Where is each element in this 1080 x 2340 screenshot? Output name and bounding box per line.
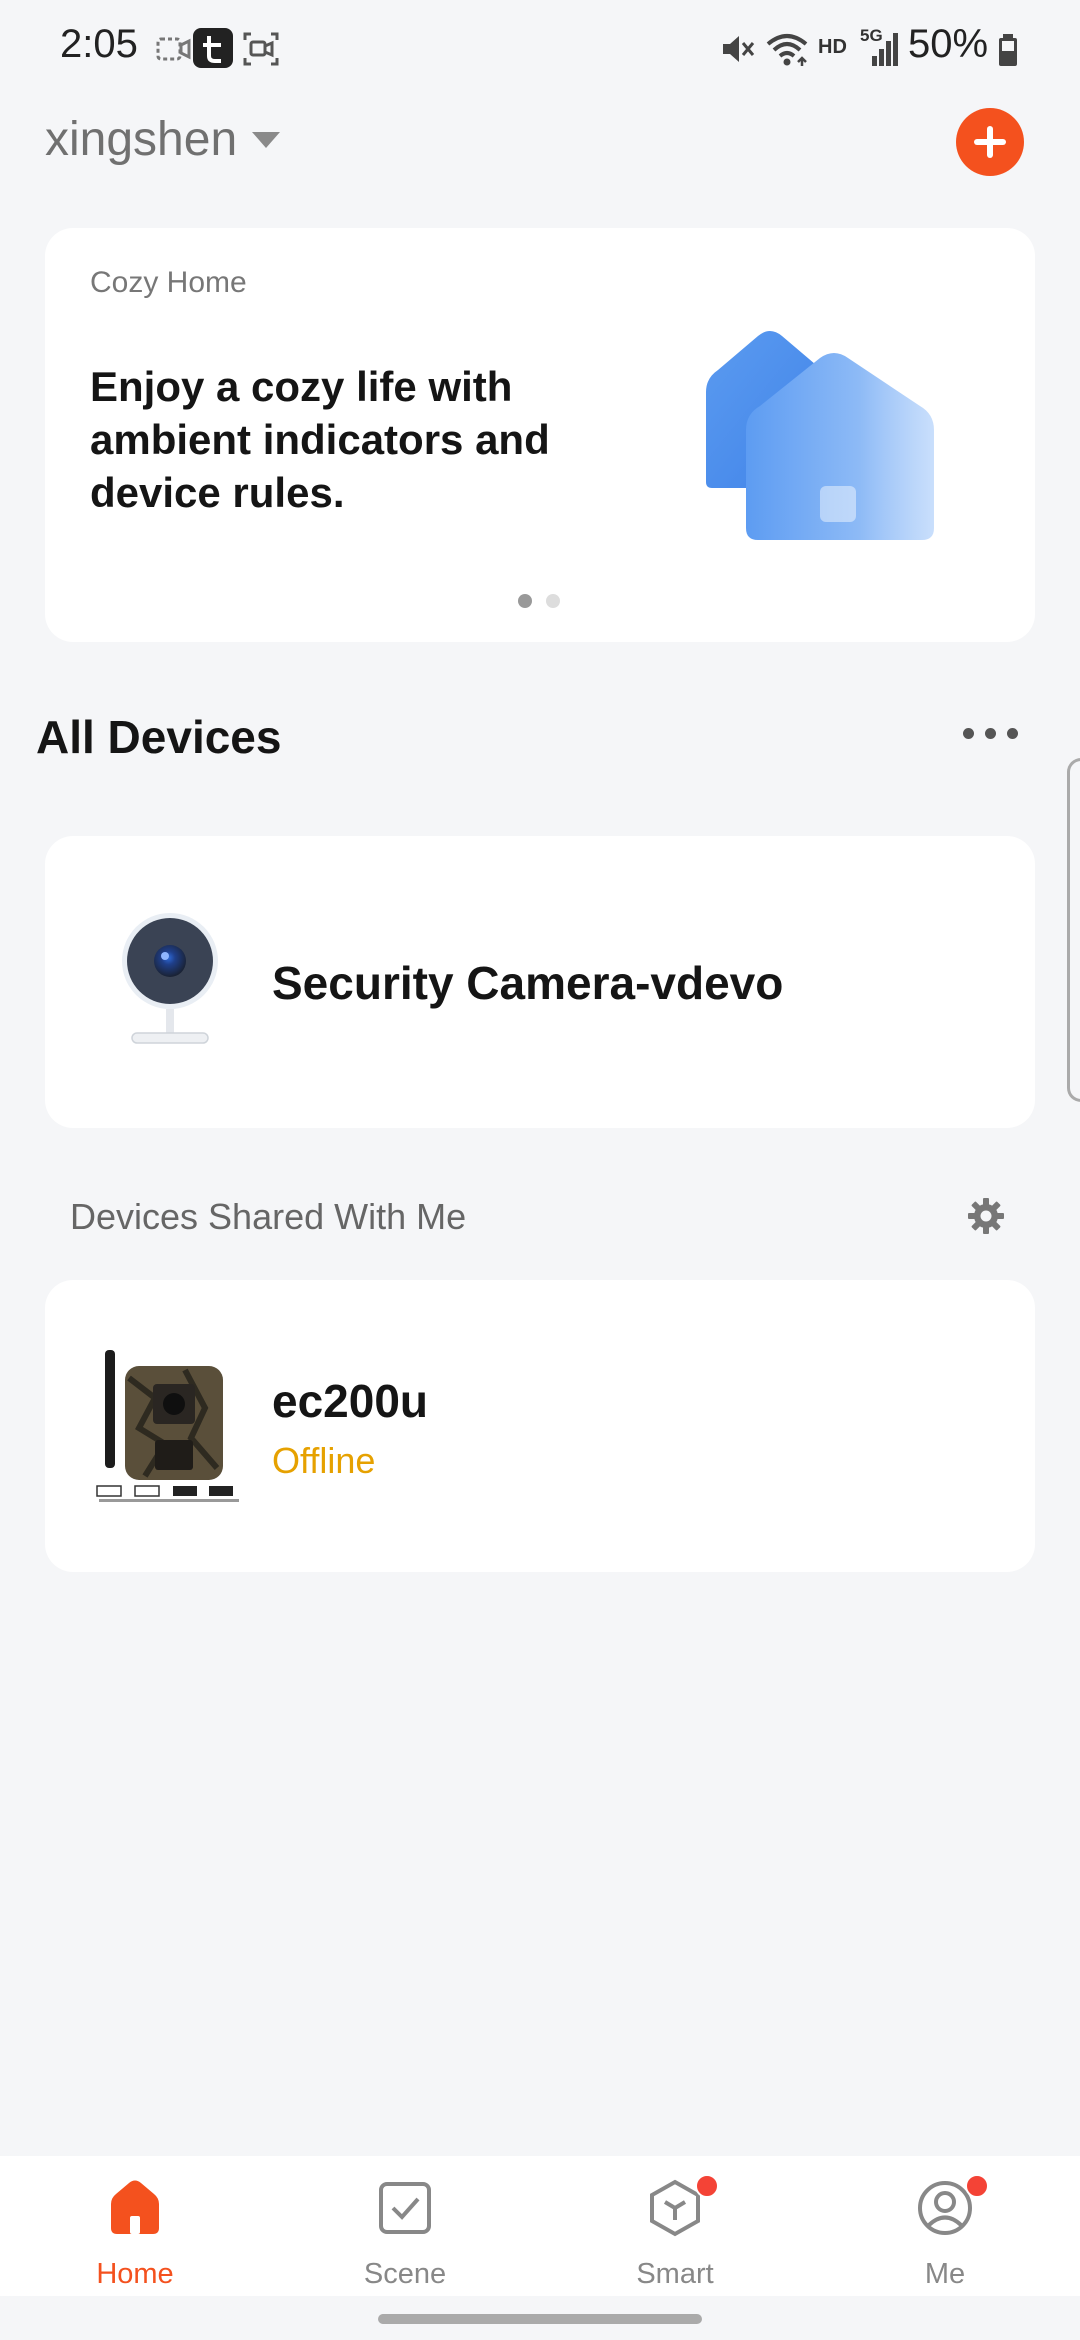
- banner-eyebrow: Cozy Home: [90, 266, 247, 299]
- scene-icon: [379, 2182, 431, 2234]
- wifi-icon: [766, 34, 808, 66]
- device-status-badge: Offline: [272, 1440, 376, 1481]
- home-indicator[interactable]: [378, 2314, 702, 2324]
- trail-camera-icon: [96, 1350, 239, 1502]
- banner-page-dot: [546, 594, 560, 608]
- signal-icon: [872, 33, 898, 66]
- tab-home[interactable]: Home: [55, 2170, 215, 2290]
- gear-icon[interactable]: [966, 1196, 1006, 1236]
- status-bar: 2:05 HD 5G 50%: [0, 0, 1080, 100]
- edge-panel-handle[interactable]: [1067, 758, 1080, 1102]
- smart-notification-badge: [695, 2174, 719, 2198]
- device-name: Security Camera-vdevo: [272, 957, 784, 1009]
- tab-me[interactable]: Me: [865, 2170, 1025, 2290]
- home-icon: [111, 2180, 159, 2234]
- tab-scene-label: Scene: [363, 2258, 447, 2290]
- banner-page-dot-active: [518, 594, 532, 608]
- tab-smart[interactable]: Smart: [595, 2170, 755, 2290]
- add-device-button[interactable]: [956, 108, 1024, 176]
- security-camera-icon: [122, 913, 218, 1044]
- me-notification-badge: [965, 2174, 989, 2198]
- banner-headline: Enjoy a cozy life with ambient indicator…: [90, 363, 550, 516]
- tab-smart-label: Smart: [636, 2258, 714, 2290]
- account-switcher[interactable]: xingshen: [45, 112, 237, 167]
- house-illustration-icon: [706, 331, 934, 540]
- mute-icon: [723, 36, 755, 62]
- battery-percent: 50%: [908, 22, 989, 66]
- screen-capture-icon: [243, 32, 279, 66]
- all-devices-title: All Devices: [36, 711, 282, 763]
- tab-scene[interactable]: Scene: [325, 2170, 485, 2290]
- chevron-down-icon[interactable]: [252, 132, 280, 148]
- shared-devices-title: Devices Shared With Me: [70, 1196, 467, 1237]
- status-time: 2:05: [60, 22, 138, 66]
- network-hd-label: HD: [818, 36, 847, 58]
- battery-icon: [999, 34, 1017, 66]
- more-options-icon[interactable]: [963, 728, 1019, 740]
- tab-me-label: Me: [924, 2258, 966, 2290]
- screen-record-icon: [156, 37, 191, 61]
- tab-home-label: Home: [96, 2258, 174, 2290]
- shared-device-name: ec200u: [272, 1375, 429, 1427]
- tuya-app-icon: [193, 28, 233, 68]
